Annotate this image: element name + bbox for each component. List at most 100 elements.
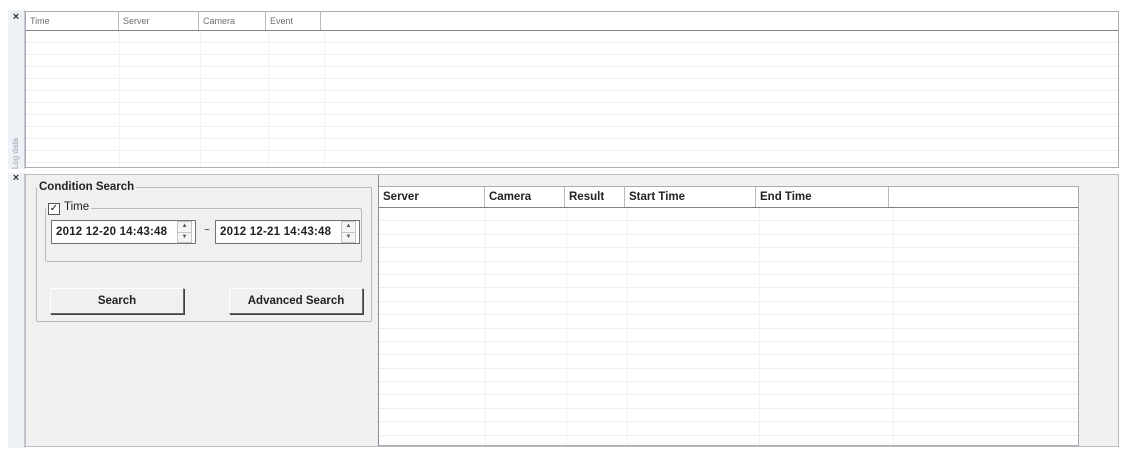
log-col-event[interactable]: Event <box>266 12 321 30</box>
table-cell <box>567 435 628 445</box>
table-cell <box>201 31 269 42</box>
table-cell <box>567 288 628 301</box>
results-col-server[interactable]: Server <box>379 187 485 207</box>
table-cell <box>486 261 567 274</box>
table-row[interactable] <box>379 435 1078 445</box>
table-cell <box>201 67 269 78</box>
table-cell <box>486 341 567 355</box>
results-col-result[interactable]: Result <box>565 187 625 207</box>
search-button[interactable]: Search <box>50 288 184 314</box>
table-row[interactable] <box>26 127 1118 139</box>
table-cell <box>379 288 486 301</box>
table-row[interactable] <box>379 274 1078 289</box>
table-cell <box>628 288 760 301</box>
start-spinner[interactable]: ▲ ▼ <box>177 221 192 243</box>
end-spinner[interactable]: ▲ ▼ <box>341 221 356 243</box>
log-grid-body <box>26 31 1118 167</box>
table-row[interactable] <box>379 422 1078 436</box>
spin-down-icon[interactable]: ▼ <box>342 233 355 243</box>
close-x-icon[interactable]: × <box>11 12 21 23</box>
time-checkbox[interactable]: ✓ <box>48 203 60 215</box>
table-cell <box>486 408 567 422</box>
table-row[interactable] <box>379 261 1078 275</box>
table-row[interactable] <box>379 355 1078 369</box>
table-row[interactable] <box>26 103 1118 115</box>
table-row[interactable] <box>379 368 1078 383</box>
table-row[interactable] <box>379 382 1078 396</box>
table-row[interactable] <box>26 31 1118 43</box>
log-data-grid[interactable]: Time Server Camera Event <box>25 11 1119 168</box>
table-row[interactable] <box>26 151 1118 163</box>
table-row[interactable] <box>379 208 1078 222</box>
table-cell <box>26 151 120 162</box>
table-cell <box>269 139 325 150</box>
table-cell <box>26 139 120 150</box>
time-group: ✓ Time 2012 12-20 14:43:48 ▲ ▼ ~ 2012 12-… <box>45 201 362 262</box>
close-x-icon[interactable]: × <box>11 173 21 184</box>
table-row[interactable] <box>379 408 1078 423</box>
table-row[interactable] <box>26 91 1118 103</box>
table-row[interactable] <box>26 79 1118 91</box>
table-cell <box>379 368 486 382</box>
table-cell <box>628 382 760 395</box>
table-row[interactable] <box>26 115 1118 127</box>
table-cell <box>567 274 628 288</box>
table-row[interactable] <box>26 67 1118 79</box>
table-cell <box>486 208 567 221</box>
start-datetime-picker[interactable]: 2012 12-20 14:43:48 ▲ ▼ <box>51 220 196 244</box>
table-row[interactable] <box>379 395 1078 409</box>
table-cell <box>201 151 269 162</box>
advanced-search-button[interactable]: Advanced Search <box>229 288 363 314</box>
table-row[interactable] <box>26 139 1118 151</box>
results-col-start-time[interactable]: Start Time <box>625 187 756 207</box>
table-row[interactable] <box>379 301 1078 316</box>
results-col-end-time[interactable]: End Time <box>756 187 889 207</box>
table-cell <box>628 368 760 382</box>
table-row[interactable] <box>26 163 1118 167</box>
table-cell <box>486 422 567 435</box>
table-row[interactable] <box>379 341 1078 356</box>
table-cell <box>760 234 894 248</box>
time-toggle[interactable]: ✓ Time <box>46 201 91 215</box>
table-row[interactable] <box>26 43 1118 55</box>
table-cell <box>486 221 567 234</box>
table-cell <box>628 341 760 355</box>
table-cell <box>269 31 325 42</box>
table-cell <box>760 248 894 261</box>
table-cell <box>379 315 486 328</box>
table-row[interactable] <box>379 221 1078 235</box>
table-cell <box>567 208 628 221</box>
log-col-server[interactable]: Server <box>119 12 199 30</box>
table-cell <box>628 234 760 248</box>
table-cell <box>567 355 628 368</box>
table-cell <box>628 328 760 341</box>
log-col-camera[interactable]: Camera <box>199 12 266 30</box>
table-row[interactable] <box>379 315 1078 329</box>
table-row[interactable] <box>26 55 1118 67</box>
table-cell <box>567 341 628 355</box>
table-cell <box>201 127 269 138</box>
spin-up-icon[interactable]: ▲ <box>178 222 191 233</box>
table-cell <box>379 382 486 395</box>
table-cell <box>379 355 486 368</box>
table-cell <box>201 163 269 167</box>
table-cell <box>379 234 486 248</box>
results-grid-header: Server Camera Result Start Time End Time <box>379 187 1078 208</box>
search-results-grid[interactable]: Server Camera Result Start Time End Time <box>379 186 1079 446</box>
table-row[interactable] <box>379 328 1078 342</box>
table-row[interactable] <box>379 248 1078 262</box>
results-col-camera[interactable]: Camera <box>485 187 565 207</box>
table-cell <box>120 79 201 90</box>
table-cell <box>760 261 894 274</box>
table-row[interactable] <box>379 288 1078 302</box>
spin-up-icon[interactable]: ▲ <box>342 222 355 233</box>
table-cell <box>26 55 120 66</box>
end-datetime-picker[interactable]: 2012 12-21 14:43:48 ▲ ▼ <box>215 220 360 244</box>
table-cell <box>486 274 567 288</box>
table-cell <box>379 274 486 288</box>
table-row[interactable] <box>379 234 1078 249</box>
table-cell <box>486 368 567 382</box>
spin-down-icon[interactable]: ▼ <box>178 233 191 243</box>
table-cell <box>567 248 628 261</box>
log-col-time[interactable]: Time <box>26 12 119 30</box>
